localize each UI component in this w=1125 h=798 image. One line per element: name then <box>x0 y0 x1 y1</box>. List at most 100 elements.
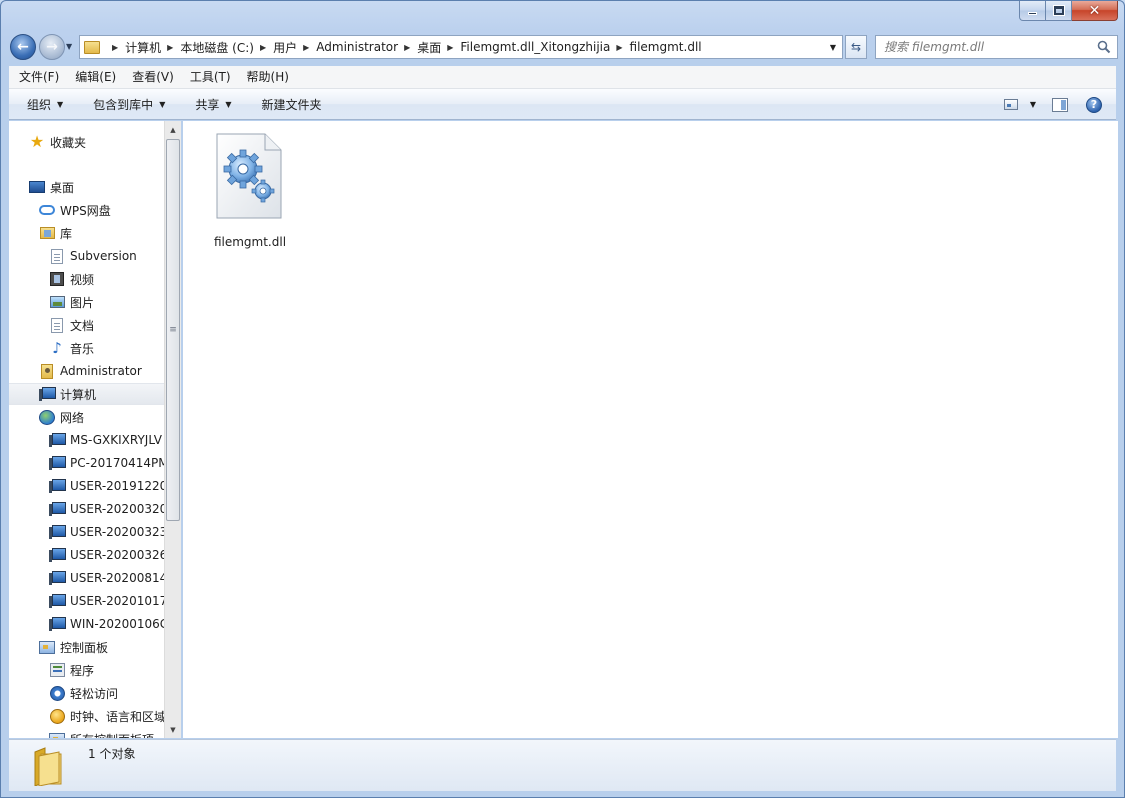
breadcrumb-separator-icon[interactable]: ▶ <box>167 43 173 52</box>
programs-icon <box>49 662 65 678</box>
organize-button[interactable]: 组织 ▼ <box>9 89 73 119</box>
breadcrumb-item[interactable]: 用户 <box>273 39 297 56</box>
history-buttons: ← → ▼ <box>9 32 72 60</box>
breadcrumb-separator-icon[interactable]: ▶ <box>404 43 410 52</box>
navigation-pane: ★ 收藏夹桌面 WPS网盘库 Subversion 视频图片 文档 ♪ 音乐 Administr… <box>9 121 181 738</box>
sidebar-item[interactable]: ★ 收藏夹 <box>9 131 165 153</box>
sidebar-item-label: USER-20191220I <box>70 479 165 493</box>
include-in-library-button[interactable]: 包含到库中 ▼ <box>73 89 175 119</box>
forward-button[interactable]: → <box>39 34 65 60</box>
sidebar-item[interactable]: USER-20191220I <box>9 475 165 497</box>
computer-icon <box>39 386 56 402</box>
sidebar-item[interactable]: 视频 <box>9 268 165 290</box>
sidebar-item[interactable]: USER-20200320( <box>9 498 165 520</box>
change-view-button[interactable]: ▼ <box>1003 99 1036 110</box>
view-controls: ▼ ? <box>1003 89 1116 120</box>
sidebar-item[interactable]: 桌面 <box>9 176 165 198</box>
search-box[interactable] <box>875 35 1118 59</box>
breadcrumb: ▶ 计算机 ▶ 本地磁盘 (C:) ▶ 用户 ▶ Administrator ▶ 桌面 ▶ Filem… <box>106 39 702 56</box>
breadcrumb-separator-icon[interactable]: ▶ <box>303 43 309 52</box>
sidebar-item[interactable]: 程序 <box>9 659 165 681</box>
file-name-label: filemgmt.dll <box>213 235 287 249</box>
menu-tools[interactable]: 工具(T) <box>182 66 239 88</box>
sidebar-item[interactable]: 时钟、语言和区域 <box>9 705 165 727</box>
minimize-button[interactable] <box>1019 1 1046 21</box>
recent-pages-dropdown[interactable]: ▼ <box>66 42 72 51</box>
sidebar-item[interactable]: MS-GXKIXRYJLV <box>9 429 165 451</box>
menu-edit[interactable]: 编辑(E) <box>67 66 124 88</box>
sidebar-item[interactable]: 库 <box>9 222 165 244</box>
sidebar-item[interactable]: ♪ 音乐 <box>9 337 165 359</box>
caption-buttons: ✕ <box>1019 1 1118 21</box>
navigation-row: ← → ▼ ▶ 计算机 ▶ 本地磁盘 (C:) ▶ 用户 ▶ Administrator ▶ 桌面… <box>9 31 1118 61</box>
computer-icon <box>49 616 66 632</box>
sidebar-item[interactable]: USER-20200323' <box>9 521 165 543</box>
breadcrumb-separator-icon[interactable]: ▶ <box>616 43 622 52</box>
breadcrumb-item[interactable]: filemgmt.dll <box>630 40 702 54</box>
sidebar-item[interactable]: 所有控制面板项 <box>9 728 165 738</box>
breadcrumb-item[interactable]: Administrator <box>316 40 398 54</box>
scroll-down-icon[interactable]: ▼ <box>165 721 181 738</box>
sidebar-item[interactable]: USER-20200326' <box>9 544 165 566</box>
clock-icon <box>49 708 65 724</box>
search-input[interactable] <box>884 40 1084 54</box>
close-button[interactable]: ✕ <box>1072 1 1118 21</box>
address-bar[interactable]: ▶ 计算机 ▶ 本地磁盘 (C:) ▶ 用户 ▶ Administrator ▶ 桌面 ▶ Filem… <box>79 35 843 59</box>
new-folder-button[interactable]: 新建文件夹 <box>242 89 332 119</box>
help-icon[interactable]: ? <box>1086 96 1102 113</box>
sidebar-item[interactable]: USER-20200814/ <box>9 567 165 589</box>
picture-icon <box>49 294 65 310</box>
sidebar-item[interactable]: Administrator <box>9 360 165 382</box>
network-icon <box>39 409 55 425</box>
share-button[interactable]: 共享 ▼ <box>175 89 241 119</box>
sidebar-item[interactable]: 控制面板 <box>9 636 165 658</box>
sidebar-item[interactable]: 图片 <box>9 291 165 313</box>
menu-view[interactable]: 查看(V) <box>124 66 182 88</box>
user-folder-icon <box>39 363 55 379</box>
sidebar-item[interactable]: 计算机 <box>9 383 165 405</box>
sidebar-item[interactable]: WPS网盘 <box>9 199 165 221</box>
computer-icon <box>49 455 66 471</box>
sidebar-item[interactable]: PC-20170414PM <box>9 452 165 474</box>
sidebar-item-label: USER-20200323' <box>70 525 165 539</box>
preview-pane-icon[interactable] <box>1052 97 1068 112</box>
folder-icon <box>34 747 62 786</box>
computer-icon <box>49 547 66 563</box>
file-item[interactable]: filemgmt.dll <box>205 131 295 249</box>
desktop-icon <box>29 179 45 195</box>
sidebar-item[interactable]: WIN-20200106G <box>9 613 165 635</box>
sidebar-item-label: 计算机 <box>60 387 97 402</box>
breadcrumb-item[interactable]: 桌面 <box>417 39 441 56</box>
sidebar-item-label: 轻松访问 <box>70 686 119 701</box>
breadcrumb-item[interactable]: 计算机 <box>125 39 161 56</box>
back-button[interactable]: ← <box>10 34 36 60</box>
document-icon <box>49 248 65 264</box>
sidebar-item[interactable]: 网络 <box>9 406 165 428</box>
address-history-dropdown[interactable]: ▼ <box>824 36 842 58</box>
sidebar-item-label: USER-20200814/ <box>70 571 165 585</box>
sidebar-item[interactable]: 文档 <box>9 314 165 336</box>
breadcrumb-separator-icon[interactable]: ▶ <box>112 43 118 52</box>
file-list-view[interactable]: filemgmt.dll <box>183 121 1118 738</box>
scrollbar-thumb[interactable]: ≡ <box>166 139 180 521</box>
scroll-up-icon[interactable]: ▲ <box>165 121 181 138</box>
view-icon <box>1003 99 1018 110</box>
sidebar-item[interactable]: Subversion <box>9 245 165 267</box>
breadcrumb-separator-icon[interactable]: ▶ <box>447 43 453 52</box>
breadcrumb-separator-icon[interactable]: ▶ <box>260 43 266 52</box>
breadcrumb-item[interactable]: Filemgmt.dll_Xitongzhijia <box>460 40 610 54</box>
refresh-button[interactable]: ⇆ <box>845 35 867 59</box>
computer-icon <box>49 501 66 517</box>
sidebar-item[interactable]: 轻松访问 <box>9 682 165 704</box>
breadcrumb-item[interactable]: 本地磁盘 (C:) <box>180 39 254 56</box>
sidebar-item-label: 视频 <box>70 272 95 287</box>
details-pane: 1 个对象 <box>9 739 1116 791</box>
search-icon[interactable] <box>1097 40 1111 54</box>
navigation-scrollbar[interactable]: ▲ ≡ ▼ <box>164 121 181 738</box>
sidebar-item-label: 程序 <box>70 663 95 678</box>
menu-file[interactable]: 文件(F) <box>11 66 67 88</box>
ease-of-access-icon <box>49 685 65 701</box>
sidebar-item[interactable]: USER-20201017I <box>9 590 165 612</box>
maximize-button[interactable] <box>1046 1 1072 21</box>
menu-help[interactable]: 帮助(H) <box>239 66 297 88</box>
